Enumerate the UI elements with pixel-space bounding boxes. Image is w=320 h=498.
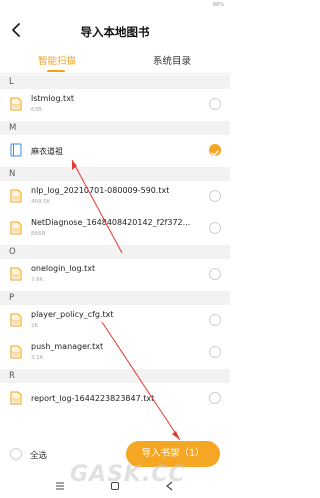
back-nav-icon[interactable]: [165, 481, 175, 491]
section-header: L: [0, 75, 230, 89]
select-radio[interactable]: [209, 346, 221, 358]
menu-nav-icon[interactable]: [55, 481, 65, 491]
file-name: push_manager.txt: [31, 342, 104, 351]
file-row[interactable]: 麻衣道祖: [0, 135, 230, 167]
section-header: P: [0, 291, 230, 305]
file-size: 409.5K: [31, 199, 51, 205]
select-radio[interactable]: [209, 314, 221, 326]
checkmark-icon: [211, 150, 219, 157]
file-list: L TXT lstmlog.txt 63B M 麻衣道祖 N TXT nlp_log_20210…: [0, 75, 230, 415]
checked-radio[interactable]: [209, 144, 221, 157]
file-size: 63B: [31, 107, 42, 113]
header: 导入本地图书: [0, 12, 230, 48]
txt-file-icon: TXT: [10, 188, 22, 203]
select-all-radio[interactable]: [10, 448, 22, 460]
select-radio[interactable]: [209, 222, 221, 234]
svg-text:TXT: TXT: [11, 196, 20, 201]
file-name: onelogin_log.txt: [31, 264, 96, 273]
svg-text:TXT: TXT: [11, 398, 20, 403]
system-nav-bar: [0, 476, 230, 498]
tab-system-directory[interactable]: 系统目录: [153, 53, 191, 67]
select-radio[interactable]: [209, 392, 221, 404]
file-row[interactable]: TXT nlp_log_20210701-080009-590.txt 409.5K: [0, 181, 230, 213]
svg-text:TXT: TXT: [11, 228, 20, 233]
txt-file-icon: TXT: [10, 96, 22, 111]
file-name: NetDiagnose_1648408420142_f2f372...: [31, 218, 191, 227]
svg-text:TXT: TXT: [11, 274, 20, 279]
txt-file-icon: TXT: [10, 344, 22, 359]
file-name: player_policy_cfg.txt: [31, 310, 114, 319]
file-row[interactable]: TXT push_manager.txt 3.1K: [0, 337, 230, 369]
file-row[interactable]: TXT onelogin_log.txt 7.6K: [0, 259, 230, 291]
svg-text:TXT: TXT: [11, 104, 20, 109]
file-size: 866B: [31, 231, 46, 237]
svg-text:TXT: TXT: [11, 352, 20, 357]
txt-file-icon: TXT: [10, 220, 22, 235]
select-radio[interactable]: [209, 268, 221, 280]
section-header: M: [0, 121, 230, 135]
home-nav-icon[interactable]: [110, 481, 120, 491]
tab-bar: 智能扫描 系统目录: [0, 48, 230, 74]
svg-text:TXT: TXT: [11, 320, 20, 325]
bottom-bar: 全选 导入书架（1）: [0, 436, 230, 476]
file-row[interactable]: TXT NetDiagnose_1648408420142_f2f372... 86…: [0, 213, 230, 245]
file-name: report_log-1644223823847.txt: [31, 394, 155, 403]
file-row[interactable]: TXT report_log-1644223823847.txt: [0, 383, 230, 415]
file-row[interactable]: TXT lstmlog.txt 63B: [0, 89, 230, 121]
status-bar: 88%: [0, 0, 230, 12]
active-tab-indicator: [47, 70, 65, 72]
select-radio[interactable]: [209, 98, 221, 110]
txt-file-icon: TXT: [10, 390, 22, 405]
txt-file-icon: TXT: [10, 312, 22, 327]
battery-indicator: 88%: [212, 2, 224, 8]
select-radio[interactable]: [209, 190, 221, 202]
file-size: 2K: [31, 323, 39, 329]
page-title: 导入本地图书: [80, 25, 150, 39]
file-name: lstmlog.txt: [31, 94, 75, 103]
book-file-icon: [10, 142, 22, 157]
file-name: 麻衣道祖: [31, 147, 63, 156]
section-header: N: [0, 167, 230, 181]
tab-smart-scan[interactable]: 智能扫描: [38, 53, 76, 67]
file-size: 3.1K: [31, 355, 44, 361]
file-size: 7.6K: [31, 277, 44, 283]
section-header: R: [0, 369, 230, 383]
file-row[interactable]: TXT player_policy_cfg.txt 2K: [0, 305, 230, 337]
txt-file-icon: TXT: [10, 266, 22, 281]
section-header: O: [0, 245, 230, 259]
import-to-shelf-button[interactable]: 导入书架（1）: [126, 441, 220, 467]
file-name: nlp_log_20210701-080009-590.txt: [31, 186, 170, 195]
select-all-label[interactable]: 全选: [30, 449, 47, 461]
